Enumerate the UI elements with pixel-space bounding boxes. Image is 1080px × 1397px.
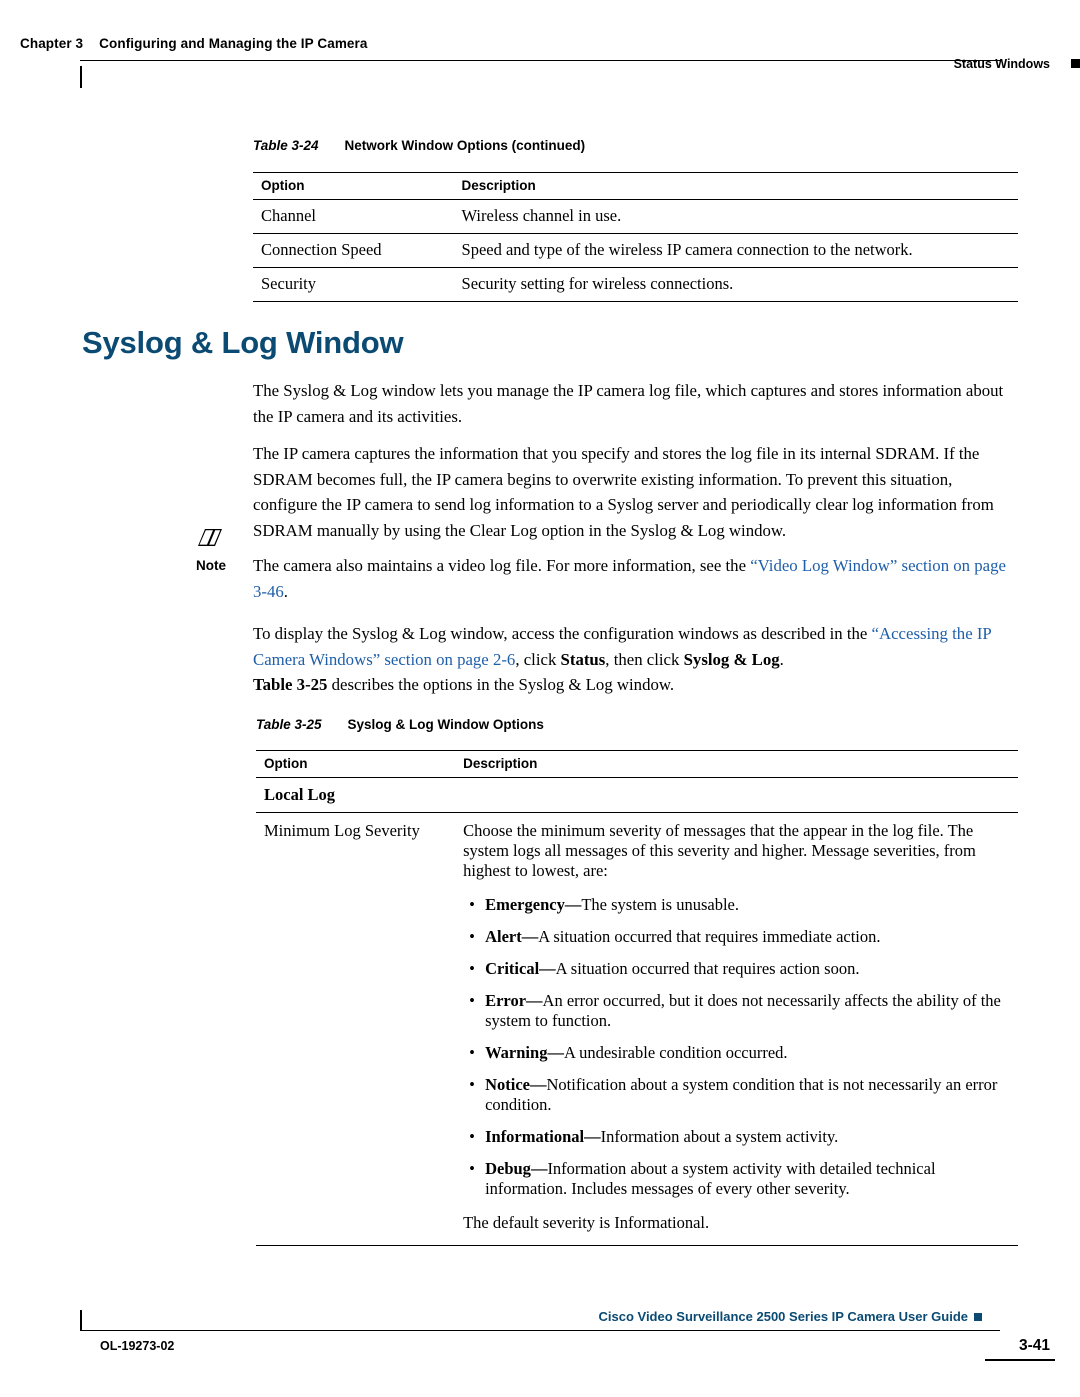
paragraph-table-reference: Table 3-25 describes the options in the … [253, 672, 1018, 698]
p3-mid: , click [515, 649, 561, 669]
p3-bold-syslog: Syslog & Log [683, 649, 780, 669]
severity-intro: Choose the minimum severity of messages … [463, 821, 976, 880]
severity-text: A situation occurred that requires immed… [538, 927, 881, 946]
severity-text: Information about a system activity. [600, 1127, 839, 1146]
footer-page-rule [985, 1359, 1055, 1361]
note-text-pre: The camera also maintains a video log fi… [253, 556, 751, 575]
table-24-caption-title: Network Window Options (continued) [344, 138, 586, 153]
severity-text: Notification about a system condition th… [485, 1075, 998, 1114]
severity-dash: — [530, 1159, 548, 1178]
table-24-cell-description: Wireless channel in use. [453, 199, 1018, 234]
header-rule [80, 60, 1000, 61]
severity-term: Notice [485, 1075, 530, 1094]
table-25-section-local-log: Local Log [256, 777, 456, 813]
p3-pre: To display the Syslog & Log window, acce… [253, 624, 872, 643]
page-title: Syslog & Log Window [82, 325, 404, 360]
list-item: Debug—Information about a system activit… [463, 1159, 1010, 1199]
table-25-section-empty [455, 777, 1018, 813]
header-chapter-number: Chapter 3 [20, 36, 84, 51]
p4-rest: describes the options in the Syslog & Lo… [327, 675, 675, 694]
severity-dash: — [530, 1075, 547, 1094]
table-24-cell-option: Security [253, 267, 454, 302]
paragraph-sdram: The IP camera captures the information t… [253, 444, 994, 540]
header-section: Status Windows [953, 57, 1050, 71]
list-item: Critical—A situation occurred that requi… [463, 959, 1010, 979]
footer-square-icon [974, 1313, 982, 1321]
list-item: Emergency—The system is unusable. [463, 895, 1010, 915]
severity-text: The system is unusable. [581, 895, 739, 914]
table-25-reference[interactable]: Table 3-25 [253, 675, 327, 694]
severity-dash: — [539, 959, 556, 978]
severity-dash: — [547, 1043, 564, 1062]
table-25-header-row: Option Description [256, 750, 1018, 778]
table-25-col-option: Option [256, 750, 456, 778]
severity-term: Error [485, 991, 527, 1010]
table-25-caption-title: Syslog & Log Window Options [347, 717, 544, 732]
table-24-col-description: Description [453, 172, 1018, 200]
paragraph-display-instructions: To display the Syslog & Log window, acce… [253, 621, 1018, 672]
p3-bold-status: Status [560, 649, 606, 669]
header-tick [80, 66, 82, 88]
note-text: The camera also maintains a video log fi… [253, 553, 1018, 604]
table-24-caption-number: Table 3-24 [253, 138, 319, 153]
severity-term: Warning [485, 1043, 548, 1062]
severity-term: Debug [485, 1159, 531, 1178]
table-24-cell-description: Security setting for wireless connection… [453, 267, 1018, 302]
table-24-cell-description: Speed and type of the wireless IP camera… [453, 233, 1018, 268]
table-row: Channel Wireless channel in use. [253, 199, 1018, 234]
table-24-caption: Table 3-24 Network Window Options (contin… [253, 138, 585, 153]
table-24-cell-option: Connection Speed [253, 233, 454, 268]
severity-dash: — [521, 927, 539, 946]
table-24-cell-option: Channel [253, 199, 454, 234]
header-square-icon [1071, 59, 1080, 68]
list-item: Notice—Notification about a system condi… [463, 1075, 1010, 1115]
severity-text: A undesirable condition occurred. [563, 1043, 788, 1062]
footer-document-title: Cisco Video Surveillance 2500 Series IP … [598, 1309, 969, 1324]
table-24-col-option: Option [253, 172, 454, 200]
table-25-caption: Table 3-25 Syslog & Log Window Options [256, 717, 544, 732]
table-row-section: Local Log [256, 777, 1018, 813]
severity-dash: — [526, 991, 543, 1010]
severity-text: An error occurred, but it does not neces… [485, 991, 1001, 1030]
header-chapter-title: Configuring and Managing the IP Camera [99, 36, 368, 51]
list-item: Warning—A undesirable condition occurred… [463, 1043, 1010, 1063]
note-pencil-icon [196, 526, 226, 555]
table-row: Connection Speed Speed and type of the w… [253, 233, 1018, 268]
table-24: Option Description Channel Wireless chan… [253, 172, 1018, 302]
note-text-post: . [283, 581, 288, 601]
table-24-header-row: Option Description [253, 172, 1018, 200]
document-page: Chapter 3 Configuring and Managing the IP… [0, 0, 1080, 1397]
list-item: Error—An error occurred, but it does not… [463, 991, 1010, 1031]
table-25-col-description: Description [455, 750, 1018, 778]
footer-page-number: 3-41 [1018, 1337, 1050, 1354]
table-25: Option Description Local Log Minimum Log… [256, 750, 1018, 1246]
note-label: Note [196, 558, 226, 573]
severity-text: A situation occurred that requires actio… [555, 959, 860, 978]
p3-mid2: , then click [605, 649, 684, 669]
table-row: Minimum Log Severity Choose the minimum … [256, 812, 1018, 1246]
table-25-caption-number: Table 3-25 [256, 717, 322, 732]
list-item: Informational—Information about a system… [463, 1127, 1010, 1147]
footer-doc-id: OL-19273-02 [100, 1339, 175, 1353]
list-item: Alert—A situation occurred that requires… [463, 927, 1010, 947]
footer-tick [80, 1310, 82, 1330]
severity-term: Critical [485, 959, 540, 978]
severity-dash: — [584, 1127, 601, 1146]
severity-term: Emergency [485, 895, 565, 914]
severity-text: Information about a system activity with… [485, 1159, 936, 1198]
p3-end: . [779, 649, 784, 669]
table-25-cell-description: Choose the minimum severity of messages … [455, 812, 1018, 1246]
severity-outro: The default severity is Informational. [463, 1213, 710, 1232]
table-25-cell-option: Minimum Log Severity [256, 812, 456, 1246]
paragraph-intro: The Syslog & Log window lets you manage … [253, 381, 1004, 426]
header-chapter: Chapter 3 Configuring and Managing the IP… [20, 36, 368, 51]
table-row: Security Security setting for wireless c… [253, 267, 1018, 302]
severity-dash: — [564, 895, 582, 914]
severity-term: Informational [485, 1127, 585, 1146]
severity-term: Alert [485, 927, 522, 946]
footer-rule [80, 1330, 1000, 1331]
